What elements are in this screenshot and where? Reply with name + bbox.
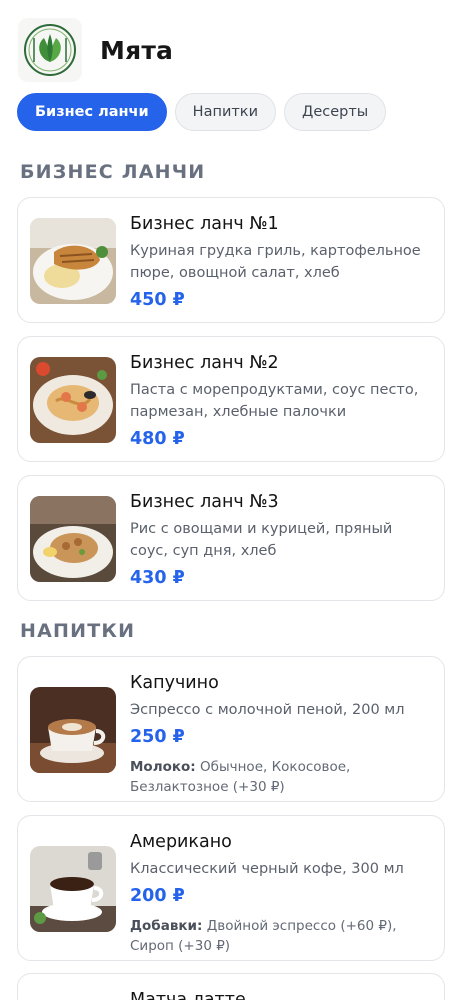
tab-drinks[interactable]: Напитки — [174, 93, 276, 131]
item-options: Добавки: Двойной эспрессо (+60 ₽), Сироп… — [130, 916, 428, 956]
grilled-chicken-plate-icon — [30, 218, 116, 304]
category-tabs: Бизнес ланчи Напитки Десерты — [17, 93, 387, 131]
section-title-lunch: БИЗНЕС ЛАНЧИ — [20, 161, 206, 183]
seafood-pasta-plate-icon — [30, 357, 116, 443]
item-description: Рис с овощами и курицей, пряный соус, су… — [130, 521, 393, 559]
menu-item-card[interactable]: Бизнес ланч №2 Паста с морепродуктами, с… — [17, 336, 445, 462]
item-price: 480 ₽ — [130, 429, 185, 449]
item-description: Куриная грудка гриль, картофельное пюре,… — [130, 243, 421, 281]
item-description: Классический черный кофе, 300 мл — [130, 861, 404, 877]
section-title-drinks: НАПИТКИ — [20, 620, 136, 642]
tab-business-lunch[interactable]: Бизнес ланчи — [17, 93, 167, 131]
rice-chicken-plate-icon — [30, 496, 116, 582]
item-name: Бизнес ланч №1 — [130, 214, 279, 234]
menu-item-card[interactable]: Американо Классический черный кофе, 300 … — [17, 815, 445, 961]
mint-leaves-icon — [18, 18, 82, 82]
item-options: Молоко: Обычное, Кокосовое, Безлактозное… — [130, 757, 428, 797]
item-name: Матча латте — [130, 990, 246, 1000]
menu-item-card[interactable]: Бизнес ланч №1 Куриная грудка гриль, кар… — [17, 197, 445, 323]
item-name: Бизнес ланч №2 — [130, 353, 279, 373]
americano-cup-icon — [30, 846, 116, 932]
cappuccino-cup-icon — [30, 687, 116, 773]
item-name: Капучино — [130, 673, 219, 693]
menu-item-card[interactable]: Капучино Эспрессо с молочной пеной, 200 … — [17, 656, 445, 802]
menu-item-card[interactable]: Бизнес ланч №3 Рис с овощами и курицей, … — [17, 475, 445, 601]
item-price: 430 ₽ — [130, 568, 185, 588]
menu-item-card[interactable]: Матча латте — [17, 973, 445, 1000]
item-price: 200 ₽ — [130, 886, 185, 906]
item-name: Американо — [130, 832, 232, 852]
app-header: Мята — [18, 18, 173, 82]
tab-desserts[interactable]: Десерты — [284, 93, 387, 131]
item-price: 250 ₽ — [130, 727, 185, 747]
item-price: 450 ₽ — [130, 290, 185, 310]
item-description: Эспрессо с молочной пеной, 200 мл — [130, 702, 405, 718]
item-name: Бизнес ланч №3 — [130, 492, 279, 512]
brand-name: Мята — [100, 35, 174, 65]
options-label: Добавки: — [130, 918, 203, 934]
item-description: Паста с морепродуктами, соус песто, парм… — [130, 382, 419, 420]
options-label: Молоко: — [130, 759, 196, 775]
